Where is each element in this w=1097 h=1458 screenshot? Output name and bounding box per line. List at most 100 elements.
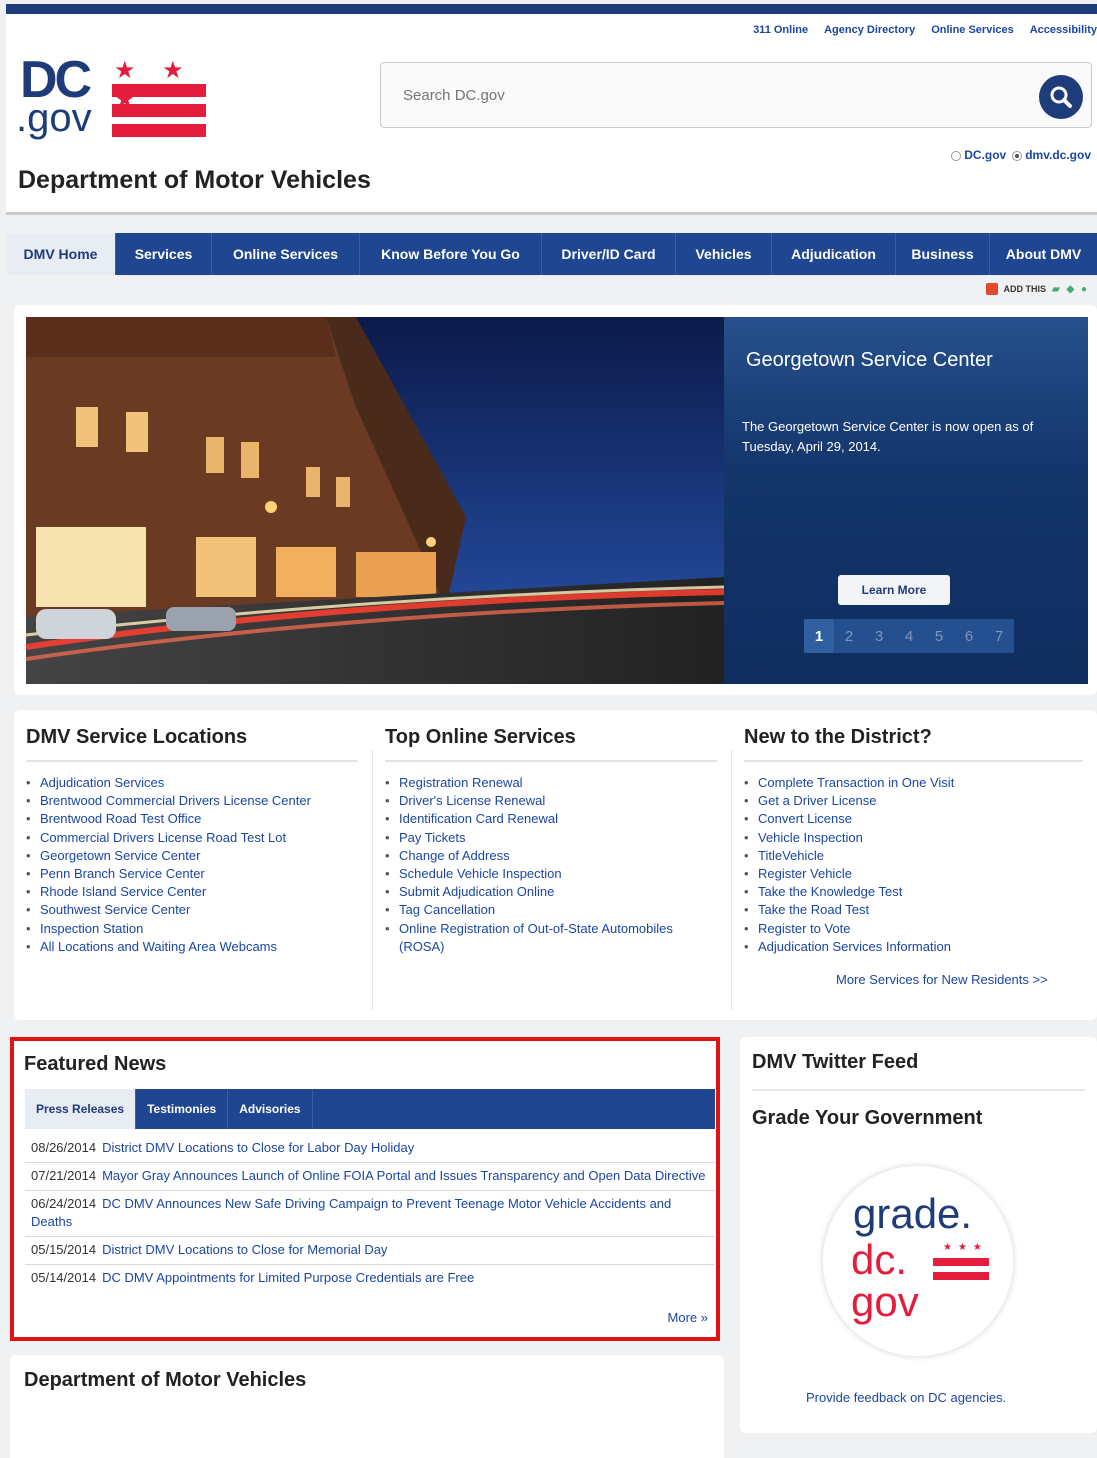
radio-selected-icon: [1012, 150, 1023, 161]
radio-icon: [951, 150, 962, 161]
hero-title: Georgetown Service Center: [746, 349, 993, 371]
heading-underline: [26, 760, 358, 762]
list-item[interactable]: Pay Tickets: [385, 829, 721, 847]
list-item[interactable]: Identification Card Renewal: [385, 810, 721, 828]
list-item[interactable]: Register Vehicle: [744, 865, 1087, 883]
news-link[interactable]: District DMV Locations to Close for Memo…: [102, 1242, 387, 1257]
search-box: [380, 62, 1092, 128]
link-311-online[interactable]: 311 Online: [753, 24, 808, 36]
grade-government-heading: Grade Your Government: [752, 1107, 983, 1129]
nav-know-before-you-go[interactable]: Know Before You Go: [360, 233, 542, 275]
list-item[interactable]: Southwest Service Center: [26, 901, 362, 919]
scope-dcgov-label: DC.gov: [964, 148, 1007, 162]
slide-page-2[interactable]: 2: [834, 619, 864, 653]
nav-dmv-home[interactable]: DMV Home: [6, 233, 116, 275]
list-item[interactable]: Online Registration of Out-of-State Auto…: [385, 920, 721, 956]
search-scope: DC.gov dmv.dc.gov: [951, 148, 1091, 162]
slide-page-1[interactable]: 1: [804, 619, 834, 653]
grade-logo-bar: [933, 1258, 989, 1266]
news-date: 05/15/2014: [31, 1242, 97, 1257]
list-item[interactable]: Brentwood Road Test Office: [26, 810, 362, 828]
list-item[interactable]: Adjudication Services Information: [744, 938, 1087, 956]
nav-vehicles[interactable]: Vehicles: [676, 233, 772, 275]
link-online-services[interactable]: Online Services: [931, 24, 1014, 36]
link-accessibility[interactable]: Accessibility: [1030, 24, 1097, 36]
slide-page-7[interactable]: 7: [984, 619, 1014, 653]
scope-dmv-label: dmv.dc.gov: [1025, 148, 1091, 162]
list-item[interactable]: Commercial Drivers License Road Test Lot: [26, 829, 362, 847]
news-date: 08/26/2014: [31, 1140, 97, 1155]
share-widget[interactable]: ADD THIS ▰ ◆ ●: [985, 283, 1089, 295]
feedback-link[interactable]: Provide feedback on DC agencies.: [806, 1390, 1006, 1405]
featured-news-heading: Featured News: [24, 1053, 167, 1075]
list-item[interactable]: Take the Knowledge Test: [744, 883, 1087, 901]
share-label: ADD THIS: [1003, 284, 1047, 294]
news-link[interactable]: DC DMV Appointments for Limited Purpose …: [102, 1270, 474, 1285]
dc-gov-logo[interactable]: DC ★ ★ ★ .gov: [16, 54, 206, 144]
hero-image-georgetown: [26, 317, 724, 684]
news-link[interactable]: District DMV Locations to Close for Labo…: [102, 1140, 414, 1155]
scope-dcgov-option[interactable]: DC.gov: [951, 148, 1006, 162]
page-title: Department of Motor Vehicles: [18, 166, 371, 194]
list-item[interactable]: Change of Address: [385, 847, 721, 865]
link-agency-directory[interactable]: Agency Directory: [824, 24, 915, 36]
service-locations-heading: DMV Service Locations: [26, 726, 248, 748]
list-item[interactable]: Adjudication Services: [26, 774, 362, 792]
tab-advisories[interactable]: Advisories: [228, 1089, 313, 1129]
slide-page-6[interactable]: 6: [954, 619, 984, 653]
list-item[interactable]: Schedule Vehicle Inspection: [385, 865, 721, 883]
top-bar: [6, 4, 1097, 14]
slide-page-4[interactable]: 4: [894, 619, 924, 653]
list-item[interactable]: Driver's License Renewal: [385, 792, 721, 810]
list-item[interactable]: Brentwood Commercial Drivers License Cen…: [26, 792, 362, 810]
list-item[interactable]: Rhode Island Service Center: [26, 883, 362, 901]
grade-logo-stars: ★★★: [943, 1242, 988, 1253]
list-item[interactable]: Submit Adjudication Online: [385, 883, 721, 901]
tab-press-releases[interactable]: Press Releases: [25, 1089, 137, 1129]
featured-news-panel: Featured News Press Releases Testimonies…: [10, 1037, 720, 1341]
news-date: 06/24/2014: [31, 1196, 97, 1211]
list-item[interactable]: Penn Branch Service Center: [26, 865, 362, 883]
list-item[interactable]: Tag Cancellation: [385, 901, 721, 919]
search-button[interactable]: [1039, 75, 1083, 119]
list-item[interactable]: Convert License: [744, 810, 1087, 828]
scope-dmv-option[interactable]: dmv.dc.gov: [1012, 148, 1091, 162]
news-item: 08/26/2014 District DMV Locations to Clos…: [25, 1135, 715, 1163]
list-item[interactable]: Inspection Station: [26, 920, 362, 938]
top-online-services-column: Top Online Services Registration Renewal…: [373, 710, 731, 1020]
nav-online-services[interactable]: Online Services: [212, 233, 360, 275]
tab-testimonies[interactable]: Testimonies: [136, 1089, 229, 1129]
more-new-resident-services-link[interactable]: More Services for New Residents >>: [836, 972, 1048, 987]
header: 311 Online Agency Directory Online Servi…: [6, 14, 1097, 214]
list-item[interactable]: Vehicle Inspection: [744, 829, 1087, 847]
nav-business[interactable]: Business: [896, 233, 990, 275]
learn-more-button[interactable]: Learn More: [838, 575, 950, 605]
slide-page-5[interactable]: 5: [924, 619, 954, 653]
slide-page-3[interactable]: 3: [864, 619, 894, 653]
news-link[interactable]: Mayor Gray Announces Launch of Online FO…: [102, 1168, 705, 1183]
news-item: 05/15/2014 District DMV Locations to Clos…: [25, 1237, 715, 1265]
news-link[interactable]: DC DMV Announces New Safe Driving Campai…: [31, 1196, 671, 1229]
more-news-link[interactable]: More »: [668, 1310, 708, 1325]
news-list: 08/26/2014 District DMV Locations to Clos…: [25, 1135, 715, 1292]
nav-adjudication[interactable]: Adjudication: [772, 233, 896, 275]
list-item[interactable]: All Locations and Waiting Area Webcams: [26, 938, 362, 956]
nav-driver-id-card[interactable]: Driver/ID Card: [542, 233, 676, 275]
list-item[interactable]: Register to Vote: [744, 920, 1087, 938]
list-item[interactable]: Take the Road Test: [744, 901, 1087, 919]
news-tabs: Press Releases Testimonies Advisories: [25, 1089, 715, 1129]
search-input[interactable]: [391, 72, 1031, 118]
grade-dc-gov-logo[interactable]: grade. dc. ★★★ gov: [822, 1165, 1014, 1357]
list-item[interactable]: Registration Renewal: [385, 774, 721, 792]
news-date: 07/21/2014: [31, 1168, 97, 1183]
list-item[interactable]: Get a Driver License: [744, 792, 1087, 810]
grade-logo-line1: grade.: [853, 1190, 973, 1237]
nav-about-dmv[interactable]: About DMV: [990, 233, 1097, 275]
top-online-services-list: Registration Renewal Driver's License Re…: [385, 774, 721, 956]
list-item[interactable]: Georgetown Service Center: [26, 847, 362, 865]
nav-services[interactable]: Services: [116, 233, 212, 275]
list-item[interactable]: Complete Transaction in One Visit: [744, 774, 1087, 792]
list-item[interactable]: TitleVehicle: [744, 847, 1087, 865]
utility-links: 311 Online Agency Directory Online Servi…: [753, 24, 1097, 36]
logo-flag-bar: [112, 84, 206, 97]
